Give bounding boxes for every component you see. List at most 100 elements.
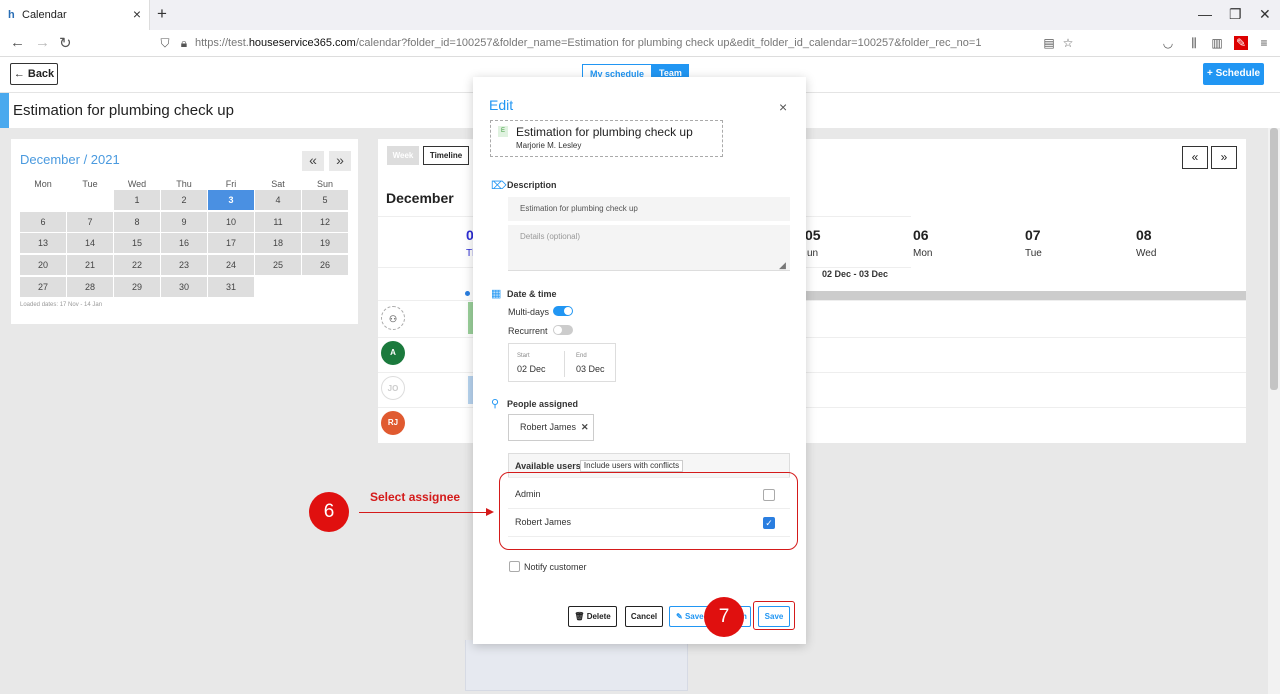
cancel-button[interactable]: Cancel bbox=[625, 606, 663, 627]
description-input[interactable]: Estimation for plumbing check up bbox=[508, 197, 790, 221]
mini-calendar-next-button[interactable]: » bbox=[329, 151, 351, 171]
datetime-label: Date & time bbox=[507, 289, 557, 299]
job-card[interactable]: E Estimation for plumbing check up Marjo… bbox=[490, 120, 723, 157]
schedule-label: Schedule bbox=[1215, 68, 1261, 79]
calendar-day[interactable]: 9 bbox=[161, 212, 207, 232]
multidays-toggle[interactable] bbox=[553, 306, 573, 316]
empty-day bbox=[20, 190, 66, 210]
calendar-day[interactable]: 28 bbox=[67, 277, 113, 297]
close-tab-icon[interactable]: × bbox=[133, 6, 141, 22]
calendar-day[interactable]: 21 bbox=[67, 255, 113, 275]
details-textarea[interactable]: Details (optional) bbox=[508, 225, 790, 271]
modal-title: Edit bbox=[489, 97, 514, 113]
calendar-day[interactable]: 23 bbox=[161, 255, 207, 275]
new-tab-icon[interactable]: + bbox=[157, 4, 167, 24]
menu-icon[interactable]: ≡ bbox=[1257, 36, 1271, 50]
calendar-day[interactable]: 8 bbox=[114, 212, 160, 232]
resize-handle-icon[interactable]: ◢ bbox=[779, 260, 786, 271]
notify-customer-checkbox[interactable] bbox=[509, 561, 520, 572]
calendar-day[interactable]: 5 bbox=[302, 190, 348, 210]
calendar-day[interactable]: 13 bbox=[20, 233, 66, 253]
start-label: Start bbox=[517, 353, 530, 359]
calendar-prev-button[interactable]: « bbox=[1182, 146, 1208, 169]
calendar-day[interactable]: 15 bbox=[114, 233, 160, 253]
recurrent-toggle[interactable] bbox=[553, 325, 573, 335]
calendar-day[interactable]: 2 bbox=[161, 190, 207, 210]
forward-arrow-icon[interactable]: → bbox=[35, 34, 50, 51]
avatar[interactable]: JO bbox=[381, 376, 405, 400]
assigned-user-chip[interactable]: Robert James ✕ bbox=[508, 414, 594, 441]
back-arrow-icon[interactable]: ← bbox=[10, 34, 25, 51]
unassigned-icon[interactable]: ⚇ bbox=[381, 306, 405, 330]
weekday-label: Sat bbox=[271, 179, 285, 189]
reader-view-icon[interactable]: ▤ bbox=[1042, 36, 1056, 50]
calendar-day[interactable]: 19 bbox=[302, 233, 348, 253]
multidays-label: Multi-days bbox=[508, 307, 550, 317]
date-range-box[interactable]: Start 02 Dec End 03 Dec bbox=[508, 343, 616, 382]
calendar-day[interactable]: 4 bbox=[255, 190, 301, 210]
recurrent-label: Recurrent bbox=[508, 326, 548, 336]
reload-icon[interactable]: ↻ bbox=[59, 34, 72, 52]
browser-tab[interactable]: h Calendar × bbox=[0, 0, 150, 30]
calendar-day[interactable]: 10 bbox=[208, 212, 254, 232]
calendar-day[interactable]: 22 bbox=[114, 255, 160, 275]
mini-calendar-prev-button[interactable]: « bbox=[302, 151, 324, 171]
scrollbar-thumb[interactable] bbox=[1270, 128, 1278, 390]
calendar-day[interactable]: 1 bbox=[114, 190, 160, 210]
calendar-day[interactable]: 14 bbox=[67, 233, 113, 253]
lock-icon: 🔒︎ bbox=[180, 36, 188, 50]
remove-icon[interactable]: ✕ bbox=[581, 422, 589, 432]
calendar-day[interactable]: 24 bbox=[208, 255, 254, 275]
calendar-day[interactable]: 26 bbox=[302, 255, 348, 275]
site-favicon-icon: h bbox=[8, 9, 15, 21]
url-host: houseservice365.com bbox=[248, 37, 356, 49]
library-icon[interactable]: ⫼ bbox=[1187, 36, 1201, 50]
delete-button[interactable]: 🗑︎ Delete bbox=[568, 606, 617, 627]
day-name: un bbox=[807, 248, 819, 259]
calendar-day[interactable]: 29 bbox=[114, 277, 160, 297]
calendar-day[interactable]: 17 bbox=[208, 233, 254, 253]
back-button[interactable]: ← Back bbox=[10, 63, 58, 85]
calendar-day[interactable]: 7 bbox=[67, 212, 113, 232]
calendar-day[interactable]: 11 bbox=[255, 212, 301, 232]
close-window-icon[interactable]: ✕ bbox=[1259, 6, 1271, 23]
close-icon[interactable]: × bbox=[779, 99, 787, 115]
address-bar[interactable]: https://test.houseservice365.com/calenda… bbox=[195, 37, 981, 49]
job-name: Estimation for plumbing check up bbox=[516, 125, 693, 139]
minimize-icon[interactable]: — bbox=[1198, 6, 1212, 22]
calendar-day[interactable]: 6 bbox=[20, 212, 66, 232]
week-view-button[interactable]: Week bbox=[387, 146, 419, 165]
sidebar-icon[interactable]: ▥ bbox=[1210, 36, 1224, 50]
save-highlight bbox=[753, 601, 795, 630]
calendar-day[interactable]: 18 bbox=[255, 233, 301, 253]
url-prefix: https://test. bbox=[195, 37, 249, 49]
restore-icon[interactable]: ❐ bbox=[1229, 6, 1242, 23]
range-bar bbox=[806, 291, 1246, 300]
avatar[interactable]: A bbox=[381, 341, 405, 365]
calendar-day[interactable]: 30 bbox=[161, 277, 207, 297]
day-number: 07 bbox=[1025, 227, 1041, 243]
job-type-badge: E bbox=[498, 126, 508, 137]
day-header-right bbox=[911, 216, 1246, 268]
avatar[interactable]: RJ bbox=[381, 411, 405, 435]
calendar-day[interactable]: 25 bbox=[255, 255, 301, 275]
assignee-highlight bbox=[499, 472, 798, 550]
calendar-next-button[interactable]: » bbox=[1211, 146, 1237, 169]
step-7-badge: 7 bbox=[704, 597, 744, 637]
calendar-day[interactable]: 20 bbox=[20, 255, 66, 275]
weekday-label: Tue bbox=[82, 179, 98, 189]
extension-icon[interactable]: ✎ bbox=[1234, 36, 1248, 50]
calendar-day[interactable]: 16 bbox=[161, 233, 207, 253]
include-conflicts-button[interactable]: Include users with conflicts bbox=[580, 460, 683, 472]
shield-icon[interactable]: ⛉ bbox=[158, 36, 172, 50]
bookmark-star-icon[interactable]: ☆ bbox=[1061, 36, 1075, 50]
browser-tab-bar: h Calendar × + — ❐ ✕ bbox=[0, 0, 1280, 30]
add-schedule-button[interactable]: + Schedule bbox=[1203, 63, 1264, 85]
calendar-day[interactable]: 31 bbox=[208, 277, 254, 297]
calendar-day[interactable]: 3 bbox=[208, 190, 254, 210]
timeline-view-button[interactable]: Timeline bbox=[423, 146, 469, 165]
calendar-day[interactable]: 12 bbox=[302, 212, 348, 232]
day-number: 05 bbox=[805, 227, 821, 243]
calendar-day[interactable]: 27 bbox=[20, 277, 66, 297]
pocket-icon[interactable]: ◡ bbox=[1161, 36, 1175, 50]
